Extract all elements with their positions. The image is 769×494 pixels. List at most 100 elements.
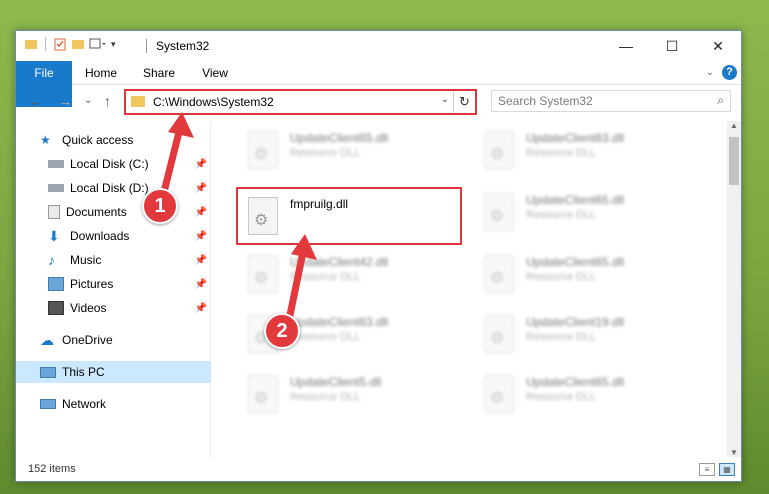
- window-controls: — ☐ ✕: [603, 31, 741, 61]
- star-icon: ★: [40, 133, 51, 147]
- view-toggle: ≡ ▦: [699, 463, 735, 476]
- file-item[interactable]: UpdateClient65.dll Resource DLL: [478, 251, 698, 297]
- sidebar-item-label: Local Disk (C:): [70, 157, 149, 171]
- computer-icon: [40, 366, 56, 378]
- pin-icon[interactable]: 📌: [195, 303, 207, 314]
- ribbon-right-controls: ⌄ ?: [706, 65, 737, 80]
- file-item[interactable]: UpdateClient65.dll Resource DLL: [478, 189, 698, 235]
- dll-file-icon: [484, 375, 514, 413]
- step-badge-1: 1: [142, 188, 178, 224]
- sidebar-item-label: OneDrive: [62, 333, 113, 347]
- ribbon-tabs: File Home Share View ⌄ ?: [16, 61, 741, 107]
- item-count: 152 items: [28, 463, 76, 475]
- dll-file-icon: [248, 255, 278, 293]
- title-bar: ▾ System32 — ☐ ✕: [16, 31, 741, 61]
- tab-home[interactable]: Home: [76, 61, 126, 85]
- sidebar-item-downloads[interactable]: ⬇ Downloads 📌: [16, 225, 211, 247]
- drive-icon: [48, 160, 64, 168]
- sidebar-item-videos[interactable]: Videos 📌: [16, 297, 211, 319]
- refresh-button[interactable]: ↻: [453, 91, 475, 113]
- sidebar-item-label: Documents: [66, 205, 127, 219]
- sidebar-item-label: This PC: [62, 365, 105, 379]
- file-item[interactable]: UpdateClient19.dll Resource DLL: [478, 311, 698, 357]
- sidebar-item-label: Quick access: [62, 133, 134, 147]
- chevron-down-icon[interactable]: ⌄: [441, 94, 449, 105]
- properties-icon[interactable]: [53, 37, 67, 51]
- file-type: Resource DLL: [526, 271, 597, 283]
- file-item[interactable]: UpdateClient65.dll Resource DLL: [478, 371, 698, 417]
- address-path[interactable]: C:\Windows\System32: [153, 95, 274, 109]
- dll-file-icon: [484, 315, 514, 353]
- file-type: Resource DLL: [526, 209, 597, 221]
- file-type: Resource DLL: [526, 147, 597, 159]
- scroll-up-icon[interactable]: ▲: [727, 121, 741, 130]
- tab-share[interactable]: Share: [136, 61, 182, 85]
- file-item[interactable]: UpdateClient63.dll Resource DLL: [478, 127, 698, 173]
- dll-file-icon: [484, 131, 514, 169]
- drive-icon: [48, 184, 64, 192]
- quick-access-toolbar: ▾: [24, 37, 116, 51]
- window-title: System32: [156, 39, 210, 53]
- file-name: UpdateClient65.dll: [526, 193, 625, 207]
- back-button[interactable]: ←: [28, 93, 42, 109]
- details-view-icon[interactable]: ≡: [699, 463, 715, 476]
- search-icon[interactable]: ⌕: [717, 93, 724, 108]
- sidebar-item-label: Local Disk (D:): [70, 181, 149, 195]
- maximize-button[interactable]: ☐: [649, 31, 695, 61]
- file-item[interactable]: UpdateClient65.dll Resource DLL: [242, 127, 462, 173]
- file-explorer-window: ▾ System32 — ☐ ✕ File Home Share View ⌄ …: [15, 30, 742, 482]
- sidebar-item-onedrive[interactable]: ☁ OneDrive: [16, 329, 211, 351]
- file-name: UpdateClient65.dll: [526, 375, 625, 389]
- download-icon: ⬇: [48, 228, 60, 244]
- vertical-scrollbar[interactable]: ▲ ▼: [727, 121, 741, 457]
- pin-icon[interactable]: 📌: [195, 231, 207, 242]
- file-name: UpdateClient19.dll: [526, 315, 625, 329]
- sidebar-item-pictures[interactable]: Pictures 📌: [16, 273, 211, 295]
- scroll-down-icon[interactable]: ▼: [727, 448, 741, 457]
- folder-icon: [131, 96, 145, 107]
- sidebar-item-label: Network: [62, 397, 107, 411]
- file-type: Resource DLL: [526, 331, 597, 343]
- step-badge-2: 2: [264, 313, 300, 349]
- dropdown-arrow-icon[interactable]: ▾: [111, 39, 116, 50]
- recent-locations-button[interactable]: ⌄: [84, 95, 92, 106]
- forward-button[interactable]: →: [58, 93, 72, 109]
- pin-icon[interactable]: 📌: [195, 279, 207, 290]
- new-folder-icon[interactable]: [71, 37, 85, 51]
- help-icon[interactable]: ?: [722, 65, 737, 80]
- file-name: UpdateClient65.dll: [290, 131, 389, 145]
- file-name: UpdateClient5.dll: [290, 375, 382, 389]
- sidebar-item-network[interactable]: Network: [16, 393, 211, 415]
- file-name: UpdateClient63.dll: [526, 131, 625, 145]
- dll-file-icon: [248, 131, 278, 169]
- file-name: UpdateClient65.dll: [526, 255, 625, 269]
- dll-file-icon: [484, 193, 514, 231]
- videos-icon: [48, 301, 64, 315]
- large-icons-view-icon[interactable]: ▦: [719, 463, 735, 476]
- file-type: Resource DLL: [290, 391, 361, 403]
- sidebar-item-label: Videos: [70, 301, 107, 315]
- sidebar-item-this-pc[interactable]: This PC: [16, 361, 211, 383]
- status-bar: 152 items ≡ ▦: [16, 459, 741, 481]
- up-button[interactable]: ↑: [104, 93, 111, 109]
- tab-view[interactable]: View: [194, 61, 236, 85]
- file-item[interactable]: UpdateClient5.dll Resource DLL: [242, 371, 462, 417]
- sidebar-item-label: Downloads: [70, 229, 130, 243]
- navigation-bar: ← → ⌄ ↑ C:\Windows\System32 ⌄ ↻ Search S…: [16, 86, 741, 118]
- title-divider: [146, 39, 147, 53]
- pin-icon[interactable]: 📌: [195, 255, 207, 266]
- sidebar-item-music[interactable]: ♪ Music 📌: [16, 249, 211, 271]
- file-type: Resource DLL: [290, 147, 361, 159]
- search-input[interactable]: Search System32 ⌕: [491, 90, 731, 112]
- close-button[interactable]: ✕: [695, 31, 741, 61]
- scrollbar-thumb[interactable]: [729, 137, 739, 185]
- expand-ribbon-icon[interactable]: ⌄: [706, 67, 714, 78]
- minimize-button[interactable]: —: [603, 31, 649, 61]
- pin-icon[interactable]: 📌: [195, 207, 207, 218]
- customize-icon[interactable]: [89, 37, 107, 51]
- folder-icon: [25, 40, 37, 49]
- search-placeholder: Search System32: [498, 94, 593, 108]
- sidebar-item-label: Pictures: [70, 277, 114, 291]
- file-type: Resource DLL: [290, 331, 361, 343]
- music-icon: ♪: [48, 252, 55, 268]
